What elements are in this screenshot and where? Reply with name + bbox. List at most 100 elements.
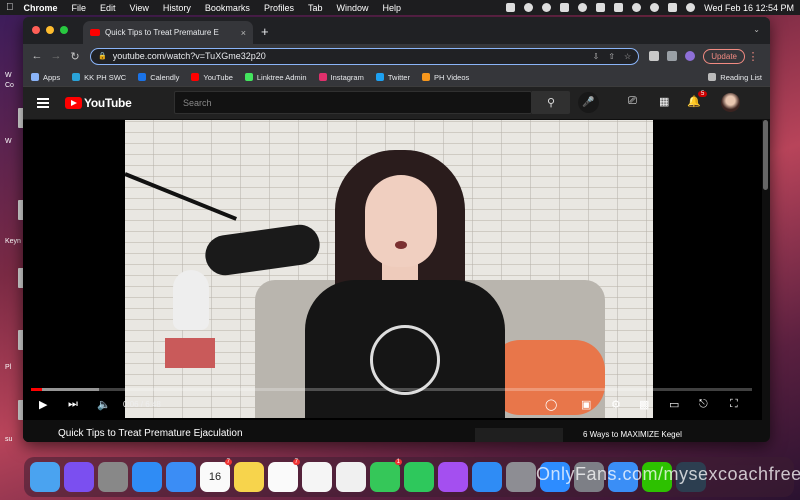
minimize-window-button[interactable] — [46, 26, 54, 34]
menu-view[interactable]: View — [130, 3, 149, 13]
related-video-thumbnail[interactable] — [475, 428, 563, 442]
subtitles-icon[interactable]: ▣ — [581, 398, 591, 411]
battery-icon[interactable] — [614, 3, 624, 12]
wechat-status-icon[interactable] — [524, 3, 534, 12]
progress-bar[interactable] — [31, 388, 752, 391]
forward-arrow-icon[interactable]: → — [48, 50, 64, 62]
url-text[interactable]: youtube.com/watch?v=TuXGme32p20 — [113, 51, 584, 61]
camera-status-icon[interactable] — [506, 3, 516, 12]
bookmark-apps[interactable]: Apps — [31, 73, 60, 82]
wifi-icon[interactable] — [632, 3, 642, 12]
address-bar[interactable]: 🔒 youtube.com/watch?v=TuXGme32p20 ⇩ ⇧ ☆ — [90, 47, 640, 65]
podcasts-dock-icon[interactable] — [438, 462, 468, 492]
reminders-dock-icon[interactable]: 7 — [268, 459, 300, 492]
cast-icon[interactable]: ⎋ — [699, 398, 708, 411]
reading-list-button[interactable]: Reading List — [708, 73, 762, 82]
control-center-icon[interactable] — [668, 3, 678, 12]
lock-icon[interactable]: 🔒 — [98, 52, 107, 60]
screen-record-icon[interactable] — [560, 3, 570, 12]
video-player[interactable]: ▶ ⏭ 🔈 0:06 / 6:48 ◯ ▣ ⚙ ▩ ▭ ⎋ ⛶ — [23, 120, 762, 420]
install-app-icon[interactable]: ⇩ — [593, 52, 600, 61]
hamburger-menu-icon[interactable] — [37, 96, 49, 111]
bookmark-label: KK PH SWC — [84, 72, 127, 82]
reminders-badge: 7 — [292, 459, 300, 465]
siri-status-icon[interactable] — [686, 3, 696, 12]
notifications-bell-icon[interactable]: 🔔 — [687, 95, 701, 108]
kebab-menu-icon[interactable]: ⋮ — [745, 50, 761, 63]
play-status-icon[interactable] — [578, 3, 588, 12]
media-controls-icon[interactable] — [667, 51, 678, 61]
page-scrollbar[interactable] — [763, 120, 768, 190]
spotlight-icon[interactable] — [650, 3, 660, 12]
bookmark-ph-videos[interactable]: PH Videos — [421, 73, 469, 82]
search-input[interactable]: Search — [174, 91, 532, 114]
bookmark-label: YouTube — [203, 72, 233, 82]
autoplay-toggle[interactable]: ◯ — [545, 398, 557, 411]
facetime-dock-icon[interactable] — [404, 462, 434, 492]
apps-grid-icon[interactable]: ▦ — [659, 95, 669, 108]
launchpad-dock-icon[interactable] — [98, 462, 128, 492]
profile-avatar-icon[interactable] — [685, 51, 696, 61]
fullscreen-icon[interactable]: ⛶ — [730, 398, 738, 411]
notes-dock-icon[interactable] — [234, 462, 264, 492]
menu-profiles[interactable]: Profiles — [264, 3, 294, 13]
grammarly-status-icon[interactable] — [542, 3, 552, 12]
apple-menu-icon[interactable]:  — [6, 2, 14, 13]
tab-youtube-video[interactable]: Quick Tips to Treat Premature E × — [83, 21, 253, 44]
tab-search-chevron-icon[interactable]: ⌄ — [753, 25, 760, 34]
search-button[interactable]: ⚲ — [532, 91, 570, 114]
siri-dock-icon[interactable] — [64, 462, 94, 492]
voice-search-button[interactable]: 🎤 — [578, 92, 599, 113]
status-area: Wed Feb 16 12:54 PM — [506, 3, 794, 13]
menu-tab[interactable]: Tab — [308, 3, 323, 13]
menu-window[interactable]: Window — [336, 3, 368, 13]
miniplayer-icon[interactable]: ▩ — [639, 398, 649, 411]
volume-icon[interactable]: 🔈 — [97, 398, 111, 411]
settings-gear-icon[interactable]: ⚙ — [611, 398, 621, 411]
bookmark-twitter[interactable]: Twitter — [375, 73, 410, 82]
update-button[interactable]: Update — [703, 48, 745, 64]
related-video-title[interactable]: 6 Ways to MAXIMIZE Kegel — [583, 430, 682, 439]
photos-dock-icon[interactable] — [336, 462, 366, 492]
close-tab-icon[interactable]: × — [241, 28, 246, 38]
next-video-icon[interactable]: ⏭ — [68, 398, 78, 411]
bookmark-linktree[interactable]: Linktree Admin — [244, 73, 307, 82]
chrome-dock-icon[interactable] — [302, 462, 332, 492]
reload-icon[interactable]: ↻ — [67, 50, 83, 63]
mail-dock-icon[interactable] — [166, 462, 196, 492]
system-preferences-dock-icon[interactable] — [506, 462, 536, 492]
bookmark-star-icon[interactable]: ☆ — [624, 52, 631, 61]
account-avatar[interactable] — [721, 93, 740, 112]
menu-file[interactable]: File — [72, 3, 87, 13]
bookmark-youtube[interactable]: YouTube — [191, 72, 233, 82]
share-icon[interactable]: ⇧ — [608, 52, 615, 61]
extensions-puzzle-icon[interactable] — [649, 51, 660, 61]
back-arrow-icon[interactable]: ← — [29, 50, 45, 62]
play-icon[interactable]: ▶ — [39, 398, 47, 411]
create-video-icon[interactable]: ⎚ — [628, 95, 637, 108]
new-tab-button[interactable]: + — [261, 24, 269, 39]
finder-dock-icon[interactable] — [30, 462, 60, 492]
menu-edit[interactable]: Edit — [100, 3, 116, 13]
youtube-logo[interactable]: YouTube — [65, 96, 132, 110]
safari-dock-icon[interactable] — [132, 462, 162, 492]
calendar-dock-icon[interactable]: 16 7 — [200, 459, 232, 492]
bookmark-calendly[interactable]: Calendly — [138, 73, 179, 82]
macos-menubar:  Chrome File Edit View History Bookmark… — [0, 0, 800, 15]
menu-help[interactable]: Help — [382, 3, 401, 13]
messages-dock-icon[interactable]: 1 — [370, 459, 402, 492]
menu-app-name[interactable]: Chrome — [24, 3, 58, 13]
menu-bookmarks[interactable]: Bookmarks — [205, 3, 250, 13]
bluetooth-icon[interactable] — [596, 3, 606, 12]
clock[interactable]: Wed Feb 16 12:54 PM — [704, 3, 794, 13]
video-frame[interactable] — [125, 120, 653, 418]
bookmark-kk-ph-swc[interactable]: KK PH SWC — [72, 73, 126, 82]
fullscreen-window-button[interactable] — [60, 26, 68, 34]
theater-mode-icon[interactable]: ▭ — [669, 398, 679, 411]
close-window-button[interactable] — [32, 26, 40, 34]
menu-history[interactable]: History — [163, 3, 191, 13]
app-store-dock-icon[interactable] — [472, 462, 502, 492]
youtube-logo-text: YouTube — [84, 96, 132, 110]
played-bar — [31, 388, 42, 391]
bookmark-instagram[interactable]: Instagram — [318, 73, 364, 82]
